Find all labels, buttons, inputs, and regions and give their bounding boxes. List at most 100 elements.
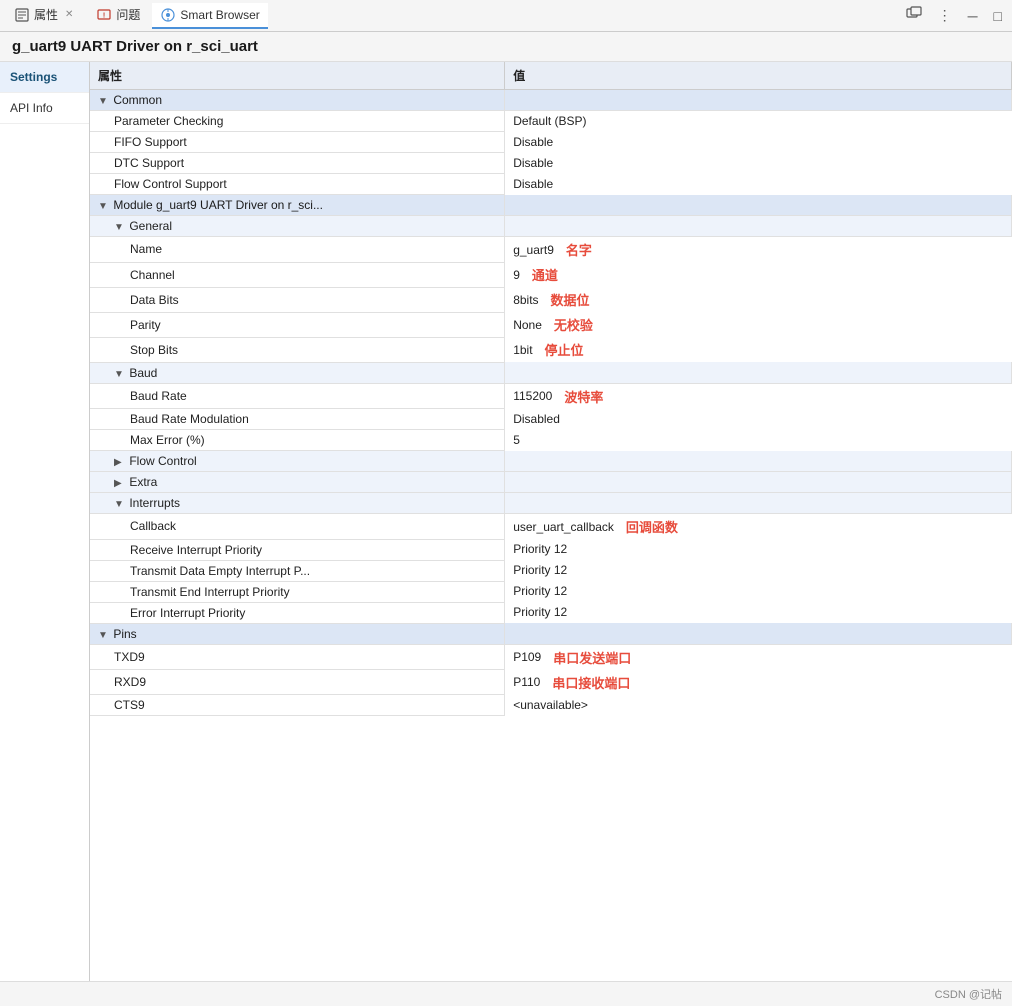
data-row-name: Flow Control Support bbox=[90, 174, 505, 195]
toggle-icon[interactable]: ▼ bbox=[98, 201, 110, 212]
toggle-icon[interactable]: ▼ bbox=[114, 222, 126, 233]
data-row-value[interactable]: P110串口接收端口 bbox=[505, 670, 1011, 695]
annotation-text: 回调函数 bbox=[614, 517, 678, 536]
value-text: 5 bbox=[513, 433, 520, 447]
annotation-text: 名字 bbox=[554, 240, 592, 259]
value-text: 1bit bbox=[513, 343, 532, 357]
data-row-name: Stop Bits bbox=[90, 337, 505, 362]
value-text: Disable bbox=[513, 177, 553, 191]
annotation-text: 串口发送端口 bbox=[541, 648, 631, 667]
tab-properties[interactable]: 属性 ✕ bbox=[6, 2, 84, 29]
toggle-icon[interactable]: ▼ bbox=[98, 630, 110, 641]
section-sub-row-name[interactable]: ▼ Baud bbox=[90, 362, 505, 383]
sidebar: Settings API Info bbox=[0, 62, 90, 1000]
properties-table: 属性 值 ▼ CommonParameter CheckingDefault (… bbox=[90, 62, 1012, 716]
value-text: Disable bbox=[513, 135, 553, 149]
data-row-name: Receive Interrupt Priority bbox=[90, 539, 505, 560]
data-row-value[interactable]: Disable bbox=[505, 174, 1011, 194]
value-text: P110 bbox=[513, 675, 540, 689]
value-text: Disable bbox=[513, 156, 553, 170]
section-sub-row-name[interactable]: ▶ Flow Control bbox=[90, 451, 505, 472]
minimize-button[interactable]: ─ bbox=[964, 6, 982, 26]
new-window-button[interactable] bbox=[902, 4, 926, 27]
section-sub-row-name[interactable]: ▼ General bbox=[90, 216, 505, 237]
value-text: Priority 12 bbox=[513, 605, 567, 619]
data-row-value[interactable]: 5 bbox=[505, 430, 1011, 450]
data-row-name: Parity bbox=[90, 312, 505, 337]
data-row-value[interactable]: <unavailable> bbox=[505, 695, 1011, 715]
annotation-text: 无校验 bbox=[542, 315, 593, 334]
section-sub-row-name[interactable]: ▶ Extra bbox=[90, 472, 505, 493]
data-row-value[interactable]: Disable bbox=[505, 132, 1011, 152]
section-sub-row-value bbox=[505, 451, 1012, 472]
section-row-name[interactable]: ▼ Pins bbox=[90, 623, 505, 644]
section-row-value bbox=[505, 623, 1012, 644]
svg-text:!: ! bbox=[103, 12, 105, 19]
footer-text: CSDN @记帖 bbox=[935, 989, 1002, 1001]
content-area: 属性 值 ▼ CommonParameter CheckingDefault (… bbox=[90, 62, 1012, 1000]
data-row-name: CTS9 bbox=[90, 695, 505, 716]
tab-smart-browser[interactable]: Smart Browser bbox=[152, 3, 267, 29]
toggle-icon[interactable]: ▼ bbox=[98, 96, 110, 107]
value-text: None bbox=[513, 318, 542, 332]
data-row-value[interactable]: 115200波特率 bbox=[505, 384, 1011, 409]
data-row-value[interactable]: P109串口发送端口 bbox=[505, 645, 1011, 670]
value-text: 115200 bbox=[513, 389, 552, 403]
toggle-icon[interactable]: ▶ bbox=[114, 457, 126, 468]
tab-properties-label: 属性 bbox=[34, 6, 58, 23]
section-sub-row-name[interactable]: ▼ Interrupts bbox=[90, 493, 505, 514]
data-row-value[interactable]: Disable bbox=[505, 153, 1011, 173]
section-row-name[interactable]: ▼ Module g_uart9 UART Driver on r_sci... bbox=[90, 195, 505, 216]
data-row-value[interactable]: Default (BSP) bbox=[505, 111, 1011, 131]
more-button[interactable]: ⋮ bbox=[934, 5, 956, 26]
value-text: <unavailable> bbox=[513, 698, 588, 712]
annotation-text: 停止位 bbox=[533, 340, 584, 359]
sidebar-item-api-info[interactable]: API Info bbox=[0, 93, 89, 124]
properties-icon bbox=[14, 7, 30, 23]
data-row-value[interactable]: Priority 12 bbox=[505, 539, 1011, 559]
toggle-icon[interactable]: ▼ bbox=[114, 499, 126, 510]
col-header-value: 值 bbox=[505, 62, 1012, 90]
data-row-name: Name bbox=[90, 237, 505, 263]
data-row-value[interactable]: 1bit停止位 bbox=[505, 337, 1011, 362]
data-row-value[interactable]: 8bits数据位 bbox=[505, 287, 1011, 312]
toggle-icon[interactable]: ▶ bbox=[114, 478, 126, 489]
data-row-name: TXD9 bbox=[90, 644, 505, 670]
annotation-text: 串口接收端口 bbox=[540, 673, 630, 692]
data-row-value[interactable]: Priority 12 bbox=[505, 581, 1011, 601]
tab-problems-label: 问题 bbox=[116, 6, 140, 23]
tab-properties-close[interactable]: ✕ bbox=[62, 8, 76, 21]
data-row-value[interactable]: None无校验 bbox=[505, 312, 1011, 337]
data-row-value[interactable]: 9通道 bbox=[505, 262, 1011, 287]
data-row-name: FIFO Support bbox=[90, 132, 505, 153]
annotation-text: 波特率 bbox=[552, 387, 603, 406]
section-sub-row-value bbox=[505, 493, 1012, 514]
tab-problems[interactable]: ! 问题 bbox=[88, 2, 148, 29]
toggle-icon[interactable]: ▼ bbox=[114, 369, 126, 380]
section-row-value bbox=[505, 195, 1012, 216]
value-text: Disabled bbox=[513, 412, 560, 426]
data-row-name: Transmit Data Empty Interrupt P... bbox=[90, 560, 505, 581]
section-row-name[interactable]: ▼ Common bbox=[90, 90, 505, 111]
maximize-button[interactable]: □ bbox=[990, 6, 1006, 26]
data-row-name: Error Interrupt Priority bbox=[90, 602, 505, 623]
data-row-value[interactable]: user_uart_callback回调函数 bbox=[505, 514, 1011, 539]
data-row-value[interactable]: Priority 12 bbox=[505, 602, 1011, 622]
data-row-value[interactable]: Priority 12 bbox=[505, 560, 1011, 580]
data-row-name: Baud Rate bbox=[90, 383, 505, 409]
tab-bar-actions: ⋮ ─ □ bbox=[902, 4, 1006, 27]
section-sub-row-value bbox=[505, 362, 1012, 383]
value-text: 8bits bbox=[513, 293, 538, 307]
data-row-name: DTC Support bbox=[90, 153, 505, 174]
data-row-value[interactable]: g_uart9名字 bbox=[505, 237, 1011, 262]
value-text: 9 bbox=[513, 268, 520, 282]
col-header-property: 属性 bbox=[90, 62, 505, 90]
footer: CSDN @记帖 bbox=[0, 981, 1012, 1006]
value-text: Priority 12 bbox=[513, 563, 567, 577]
data-row-value[interactable]: Disabled bbox=[505, 409, 1011, 429]
value-text: g_uart9 bbox=[513, 243, 554, 257]
sidebar-item-settings[interactable]: Settings bbox=[0, 62, 89, 93]
section-sub-row-value bbox=[505, 216, 1012, 237]
data-row-name: Channel bbox=[90, 262, 505, 287]
tab-smart-browser-label: Smart Browser bbox=[180, 8, 259, 22]
